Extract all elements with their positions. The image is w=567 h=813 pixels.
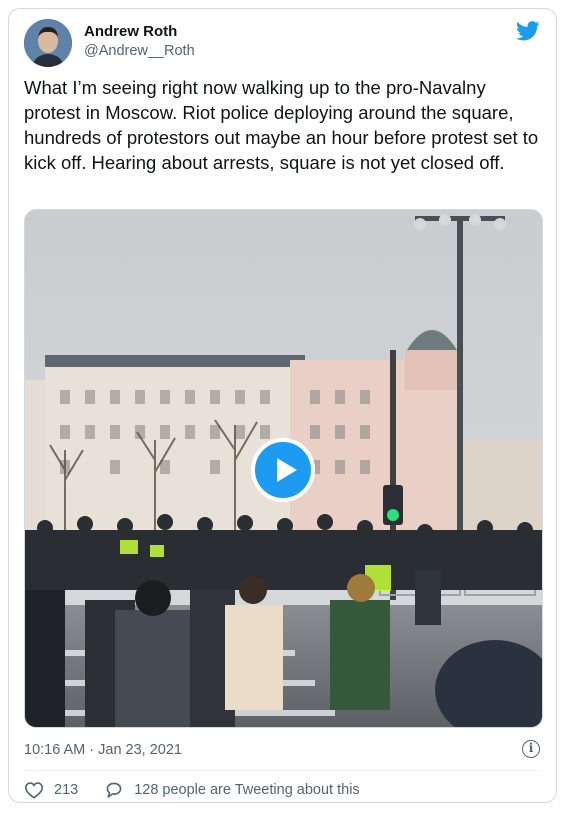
conversation-link[interactable]: 128 people are Tweeting about this (104, 781, 360, 799)
author-handle[interactable]: @Andrew__Roth (84, 42, 195, 60)
video-thumbnail[interactable] (24, 209, 543, 728)
divider (24, 770, 541, 771)
like-button[interactable]: 213 (24, 781, 78, 799)
twitter-bird-icon[interactable] (516, 21, 540, 41)
tweet-timestamp[interactable]: 10:16 AM · Jan 23, 2021 (24, 742, 182, 758)
tweet-text: What I’m seeing right now walking up to … (24, 77, 539, 173)
tweet-card: Andrew Roth @Andrew__Roth What I’m seein… (8, 8, 557, 803)
like-count: 213 (54, 782, 79, 798)
play-button[interactable] (251, 438, 315, 502)
info-icon[interactable]: i (522, 740, 540, 758)
author-name[interactable]: Andrew Roth (84, 23, 177, 41)
heart-icon (24, 782, 44, 799)
speech-bubble-icon (106, 782, 122, 798)
tweet-actions: 213 128 people are Tweeting about this (24, 779, 360, 801)
avatar[interactable] (24, 19, 72, 67)
conversation-text: 128 people are Tweeting about this (134, 782, 360, 798)
